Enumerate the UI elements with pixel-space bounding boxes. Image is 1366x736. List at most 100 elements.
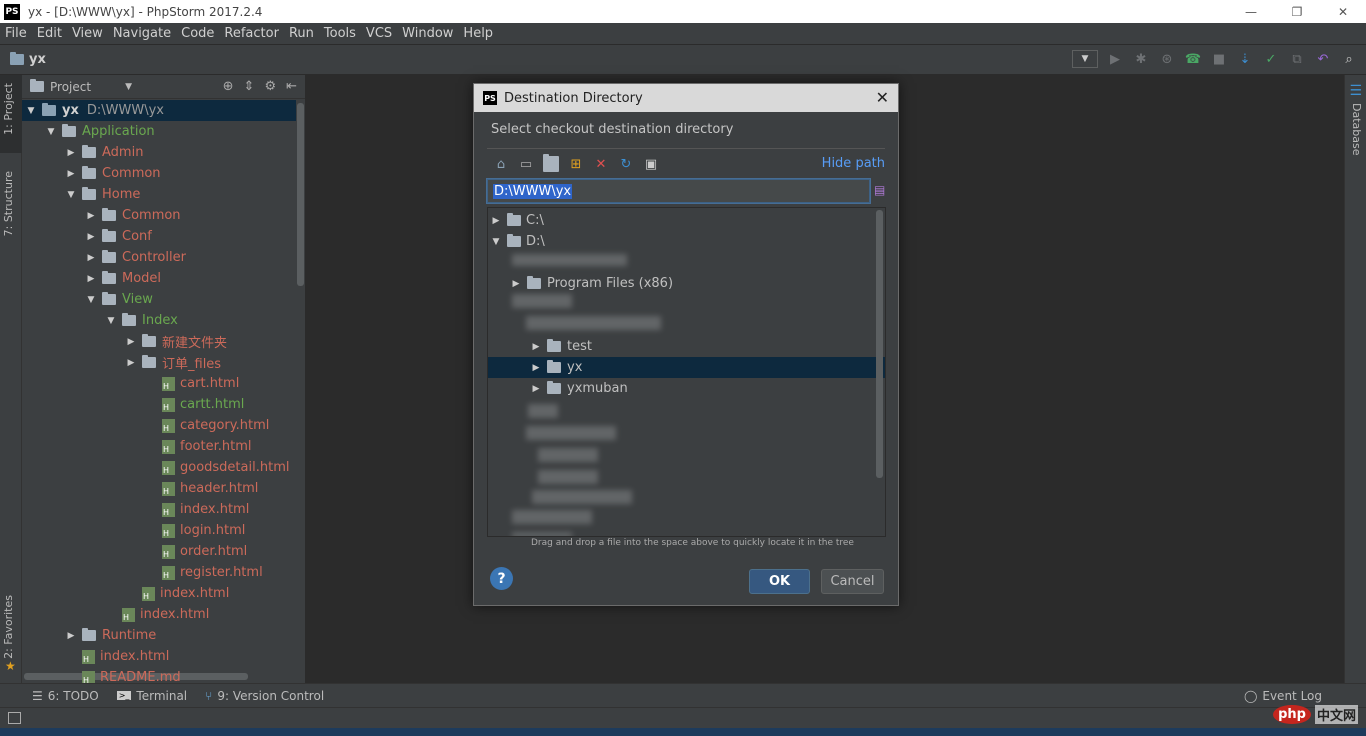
version-control-tab[interactable]: ⑂ 9: Version Control	[205, 689, 324, 703]
tree-file-item[interactable]: register.html	[22, 562, 263, 583]
tree-folder-item[interactable]: ▶ Common	[22, 163, 161, 184]
menu-navigate[interactable]: Navigate	[108, 26, 176, 41]
tab-structure[interactable]: 7: Structure	[2, 171, 15, 236]
tree-folder-item[interactable]: ▼ View	[22, 289, 153, 310]
collapse-icon[interactable]: ⇕	[244, 79, 255, 94]
project-scrollbar[interactable]	[297, 103, 304, 286]
expand-arrow-icon[interactable]: ▼	[26, 106, 36, 116]
run-icon[interactable]: ▶	[1106, 50, 1124, 68]
history-icon[interactable]: ▤	[874, 183, 886, 199]
help-button[interactable]: ?	[490, 567, 513, 590]
menu-view[interactable]: View	[67, 26, 108, 41]
tree-file-item[interactable]: index.html	[22, 604, 209, 625]
event-log-tab[interactable]: ◯ Event Log	[1244, 689, 1322, 703]
stop-icon[interactable]: ■	[1210, 50, 1228, 68]
tree-file-item[interactable]: README.md	[22, 667, 181, 683]
menu-window[interactable]: Window	[397, 26, 458, 41]
terminal-tab[interactable]: >_ Terminal	[116, 689, 187, 703]
vcs-commit-icon[interactable]: ✓	[1262, 50, 1280, 68]
minimize-button[interactable]: —	[1228, 0, 1274, 23]
path-input[interactable]: D:\WWW\yx	[487, 179, 870, 203]
tree-folder-item[interactable]: ▶ Conf	[22, 226, 152, 247]
tree-file-item[interactable]: footer.html	[22, 436, 251, 457]
tree-file-item[interactable]: index.html	[22, 646, 169, 667]
tree-file-item[interactable]: category.html	[22, 415, 269, 436]
menu-file[interactable]: File	[0, 26, 32, 41]
hide-path-link[interactable]: Hide path	[822, 156, 885, 171]
vcs-revert-icon[interactable]: ↶	[1314, 50, 1332, 68]
collapse-arrow-icon[interactable]: ▼	[106, 316, 116, 326]
project-view-label[interactable]: Project	[50, 80, 91, 94]
tree-root[interactable]: ▼ yx D:\WWW\yx	[22, 100, 296, 121]
tree-folder-item[interactable]: ▶ Admin	[22, 142, 143, 163]
tree-folder-item[interactable]: ▶ Controller	[22, 247, 186, 268]
project-folder-icon[interactable]	[543, 154, 559, 172]
tree-item-yxmuban[interactable]: ▶ yxmuban	[488, 378, 628, 399]
home-icon[interactable]: ⌂	[493, 156, 509, 172]
tree-file-item[interactable]: goodsdetail.html	[22, 457, 289, 478]
refresh-icon[interactable]: ↻	[618, 156, 634, 172]
tree-file-item[interactable]: header.html	[22, 478, 258, 499]
tree-folder-item[interactable]: ▼ Application	[22, 121, 155, 142]
tree-item-d-drive[interactable]: ▼ D:\	[488, 231, 545, 252]
tree-file-item[interactable]: index.html	[22, 583, 229, 604]
php-listen-icon[interactable]: ☎	[1184, 50, 1202, 68]
menu-code[interactable]: Code	[176, 26, 219, 41]
menu-run[interactable]: Run	[284, 26, 319, 41]
menu-edit[interactable]: Edit	[32, 26, 67, 41]
tree-item-test[interactable]: ▶ test	[488, 336, 592, 357]
tree-file-item[interactable]: login.html	[22, 520, 245, 541]
tree-item-yx[interactable]: ▶ yx	[488, 357, 885, 378]
show-hidden-icon[interactable]: ▣	[643, 156, 659, 172]
tree-folder-item[interactable]: ▶ 订单_files	[22, 352, 221, 373]
ok-button[interactable]: OK	[749, 569, 810, 594]
tab-favorites[interactable]: 2: Favorites	[2, 595, 15, 659]
tree-item-program-files[interactable]: ▶ Program Files (x86)	[488, 273, 673, 294]
tree-folder-item[interactable]: ▶ 新建文件夹	[22, 331, 227, 352]
vcs-update-icon[interactable]: ⇣	[1236, 50, 1254, 68]
tree-folder-item[interactable]: ▶ Runtime	[22, 625, 156, 646]
new-folder-icon[interactable]: ⊞	[568, 156, 584, 172]
directory-tree[interactable]: ▶ C:\ ▼ D:\ ▶ Program Files (x86) ▶ test ▶ yx…	[487, 207, 886, 537]
restore-button[interactable]: ❐	[1274, 0, 1320, 23]
expand-arrow-icon[interactable]: ▶	[66, 169, 76, 179]
todo-tab[interactable]: ☰ 6: TODO	[32, 689, 99, 703]
tree-folder-item[interactable]: ▶ Model	[22, 268, 161, 289]
tab-database[interactable]: Database	[1350, 103, 1363, 156]
tree-file-item[interactable]: index.html	[22, 499, 249, 520]
tree-folder-item[interactable]: ▼ Home	[22, 184, 140, 205]
tree-scrollbar[interactable]	[876, 210, 883, 478]
breadcrumb[interactable]: yx	[10, 52, 46, 67]
collapse-arrow-icon[interactable]: ▼	[46, 127, 56, 137]
desktop-icon[interactable]: ▭	[518, 156, 534, 172]
expand-arrow-icon[interactable]: ▶	[126, 337, 136, 347]
expand-arrow-icon[interactable]: ▶	[66, 148, 76, 158]
menu-tools[interactable]: Tools	[319, 26, 361, 41]
tab-project[interactable]: 1: Project	[2, 83, 15, 135]
collapse-arrow-icon[interactable]: ▼	[86, 295, 96, 305]
expand-arrow-icon[interactable]: ▶	[86, 211, 96, 221]
gear-icon[interactable]: ⚙	[264, 79, 276, 94]
menu-refactor[interactable]: Refactor	[219, 26, 284, 41]
coverage-icon[interactable]: ⊛	[1158, 50, 1176, 68]
tree-item-c-drive[interactable]: ▶ C:\	[488, 210, 544, 231]
close-icon[interactable]: ✕	[876, 88, 889, 107]
menu-vcs[interactable]: VCS	[361, 26, 397, 41]
tree-file-item[interactable]: cartt.html	[22, 394, 244, 415]
tree-folder-item[interactable]: ▼ Index	[22, 310, 178, 331]
run-config-dropdown[interactable]: ▼	[1072, 50, 1098, 68]
delete-icon[interactable]: ✕	[593, 156, 609, 172]
cancel-button[interactable]: Cancel	[821, 569, 884, 594]
expand-arrow-icon[interactable]: ▶	[126, 358, 136, 368]
debug-icon[interactable]: ✱	[1132, 50, 1150, 68]
hide-icon[interactable]: ⇤	[286, 79, 297, 94]
expand-arrow-icon[interactable]: ▶	[66, 631, 76, 641]
collapse-arrow-icon[interactable]: ▼	[66, 190, 76, 200]
tree-file-item[interactable]: cart.html	[22, 373, 239, 394]
locate-icon[interactable]: ⊕	[223, 79, 234, 94]
tree-file-item[interactable]: order.html	[22, 541, 247, 562]
close-window-button[interactable]: ✕	[1320, 0, 1366, 23]
chevron-down-icon[interactable]: ▼	[125, 82, 132, 92]
expand-arrow-icon[interactable]: ▶	[86, 232, 96, 242]
expand-arrow-icon[interactable]: ▶	[86, 274, 96, 284]
